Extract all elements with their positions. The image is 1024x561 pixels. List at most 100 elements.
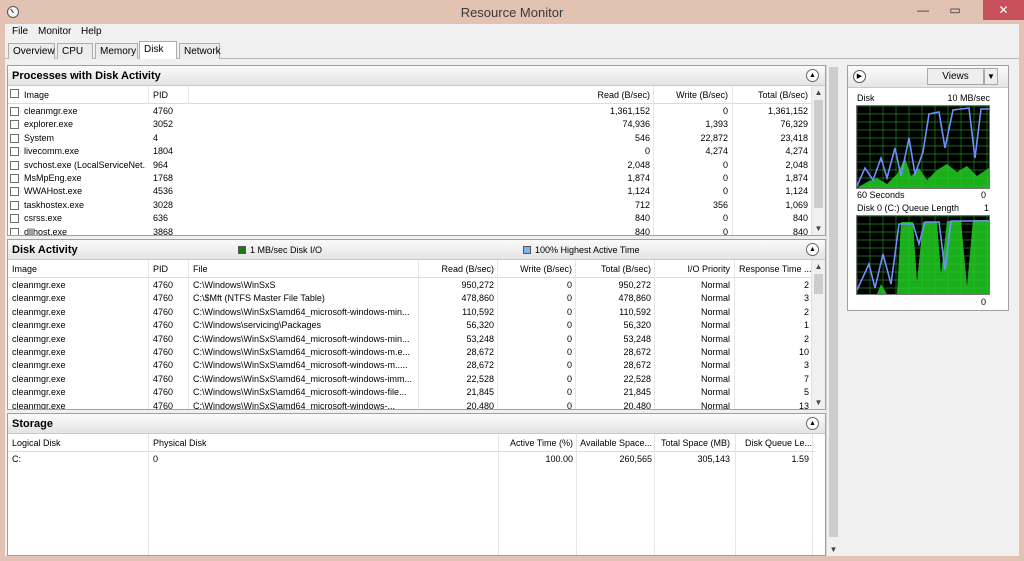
disk-activity-title: Disk Activity: [12, 244, 78, 256]
table-row[interactable]: cleanmgr.exe 4760 C:\Windows\WinSxS\amd64_…: [8, 386, 811, 399]
table-row[interactable]: dllhost.exe 3868 840 0 840: [8, 226, 811, 235]
tab-memory[interactable]: Memory: [95, 43, 138, 59]
collapse-icon[interactable]: ▲: [806, 69, 819, 82]
close-button[interactable]: ✕: [983, 0, 1024, 20]
row-checkbox[interactable]: [10, 107, 19, 116]
select-all-checkbox[interactable]: [10, 89, 19, 98]
row-checkbox[interactable]: [10, 214, 19, 224]
disk-activity-scrollbar[interactable]: ▲ ▼: [811, 260, 825, 409]
col-active-time[interactable]: Active Time (%): [498, 438, 573, 448]
table-row[interactable]: svchost.exe (LocalServiceNet... 964 2,048 0…: [8, 159, 811, 172]
cell-total: 1,124: [785, 186, 808, 197]
col-disk-queue[interactable]: Disk Queue Le...: [745, 438, 812, 448]
scroll-thumb[interactable]: [814, 274, 823, 294]
tab-overview[interactable]: Overview: [8, 43, 55, 59]
cell-image: cleanmgr.exe: [12, 293, 66, 304]
menu-monitor[interactable]: Monitor: [38, 26, 71, 37]
cell-total: 28,672: [623, 347, 651, 357]
cell-image: cleanmgr.exe: [12, 320, 66, 331]
cell-write: 0: [566, 387, 572, 398]
table-row[interactable]: cleanmgr.exe 4760 C:\Windows\WinSxS\amd64_…: [8, 346, 811, 359]
table-row[interactable]: cleanmgr.exe 4760 C:\Windows\WinSxS\amd64_…: [8, 400, 811, 410]
col-available-space[interactable]: Available Space...: [578, 438, 652, 448]
processes-header[interactable]: Processes with Disk Activity ▲: [8, 66, 825, 86]
cell-image: csrss.exe: [24, 213, 63, 224]
col-write[interactable]: Write (B/sec): [498, 264, 572, 274]
storage-header[interactable]: Storage ▲: [8, 414, 825, 434]
scroll-thumb[interactable]: [814, 100, 823, 208]
table-row[interactable]: csrss.exe 636 840 0 840: [8, 212, 811, 225]
col-read[interactable]: Read (B/sec): [568, 90, 650, 100]
table-row[interactable]: taskhostex.exe 3028 712 356 1,069: [8, 199, 811, 212]
table-row[interactable]: explorer.exe 3052 74,936 1,393 76,329: [8, 118, 811, 131]
table-row[interactable]: System 4 546 22,872 23,418: [8, 132, 811, 145]
minimize-button[interactable]: —: [908, 0, 938, 20]
table-row[interactable]: livecomm.exe 1804 0 4,274 4,274: [8, 145, 811, 158]
scroll-down-icon[interactable]: ▼: [827, 543, 840, 556]
col-read[interactable]: Read (B/sec): [418, 264, 494, 274]
tab-network[interactable]: Network: [179, 43, 221, 59]
col-image[interactable]: Image: [24, 90, 49, 100]
cell-total: 840: [792, 213, 808, 224]
collapse-icon[interactable]: ▲: [806, 417, 819, 430]
row-checkbox[interactable]: [10, 133, 19, 143]
row-checkbox[interactable]: [10, 160, 19, 170]
menu-help[interactable]: Help: [81, 26, 102, 37]
col-io-priority[interactable]: I/O Priority: [654, 264, 730, 274]
row-checkbox[interactable]: [10, 174, 19, 183]
col-file[interactable]: File: [193, 264, 208, 274]
table-row[interactable]: MsMpEng.exe 1768 1,874 0 1,874: [8, 172, 811, 185]
col-logical-disk[interactable]: Logical Disk: [12, 438, 61, 448]
col-total[interactable]: Total (B/sec): [576, 264, 651, 274]
col-pid[interactable]: PID: [153, 264, 168, 274]
table-row[interactable]: cleanmgr.exe 4760 C:\Windows\WinSxS\amd64_…: [8, 333, 811, 346]
table-row[interactable]: cleanmgr.exe 4760 C:\Windows\WinSxS\amd64_…: [8, 306, 811, 319]
collapse-icon[interactable]: ▲: [806, 243, 819, 256]
processes-table-header: Image PID Read (B/sec) Write (B/sec) Tot…: [8, 86, 811, 104]
col-pid[interactable]: PID: [153, 90, 168, 100]
scroll-down-icon[interactable]: ▼: [812, 222, 825, 235]
cell-total: 21,845: [623, 387, 651, 398]
table-row[interactable]: cleanmgr.exe 4760 C:\$Mft (NTFS Master Fil…: [8, 292, 811, 305]
scroll-thumb[interactable]: [829, 67, 838, 537]
queue-graph-min: 0: [981, 297, 987, 307]
main-scrollbar[interactable]: ▼: [826, 65, 840, 556]
cell-pid: 4760: [153, 306, 174, 317]
scroll-up-icon[interactable]: ▲: [812, 86, 825, 99]
table-row[interactable]: cleanmgr.exe 4760 C:\Windows\WinSxS 950,272…: [8, 279, 811, 292]
table-row[interactable]: cleanmgr.exe 4760 C:\Windows\servicing\Pac…: [8, 319, 811, 332]
menu-file[interactable]: File: [12, 26, 28, 37]
processes-scrollbar[interactable]: ▲ ▼: [811, 86, 825, 235]
disk-activity-header[interactable]: Disk Activity 1 MB/sec Disk I/O 100% Hig…: [8, 240, 825, 260]
queue-graph-max: 1: [984, 203, 990, 213]
row-checkbox[interactable]: [10, 227, 19, 235]
expand-panel-icon[interactable]: ▶: [853, 70, 866, 83]
table-row[interactable]: cleanmgr.exe 4760 C:\Windows\WinSxS\amd64_…: [8, 373, 811, 386]
table-row[interactable]: C: 0 100.00 260,565 305,143 1.59: [8, 453, 815, 466]
scroll-up-icon[interactable]: ▲: [812, 260, 825, 273]
row-checkbox[interactable]: [10, 187, 19, 197]
disk-graph-chart: [856, 105, 989, 188]
table-row[interactable]: WWAHost.exe 4536 1,124 0 1,124: [8, 185, 811, 198]
cell-write: 0: [566, 400, 572, 410]
maximize-button[interactable]: ▭: [940, 0, 970, 20]
cell-file: C:\Windows\WinSxS\amd64_microsoft-window…: [193, 347, 411, 357]
cell-io-priority: Normal: [700, 373, 730, 384]
col-image[interactable]: Image: [12, 264, 37, 274]
col-total-space[interactable]: Total Space (MB): [654, 438, 730, 448]
col-write[interactable]: Write (B/sec): [653, 90, 728, 100]
views-button[interactable]: Views: [927, 68, 984, 85]
tab-cpu[interactable]: CPU: [57, 43, 93, 59]
row-checkbox[interactable]: [10, 147, 19, 157]
table-row[interactable]: cleanmgr.exe 4760 C:\Windows\WinSxS\amd64_…: [8, 359, 811, 372]
col-physical-disk[interactable]: Physical Disk: [153, 438, 207, 448]
scroll-down-icon[interactable]: ▼: [812, 396, 825, 409]
table-row[interactable]: cleanmgr.exe 4760 1,361,152 0 1,361,152: [8, 105, 811, 118]
cell-io-priority: Normal: [700, 293, 730, 304]
tab-disk[interactable]: Disk: [139, 41, 177, 59]
views-dropdown-icon[interactable]: ▼: [984, 68, 998, 85]
row-checkbox[interactable]: [10, 200, 19, 210]
col-total[interactable]: Total (B/sec): [731, 90, 808, 100]
row-checkbox[interactable]: [10, 120, 19, 130]
col-response-time[interactable]: Response Time ...: [739, 264, 812, 274]
